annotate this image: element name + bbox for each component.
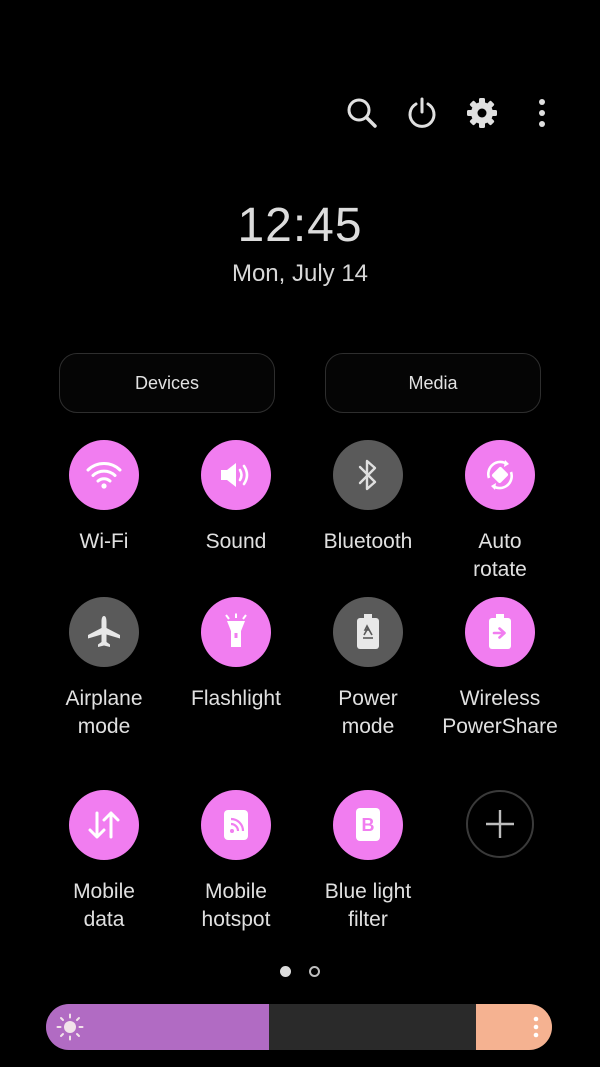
airplane-icon[interactable] bbox=[69, 597, 139, 667]
tile-mobile-data[interactable]: Mobile data bbox=[38, 790, 170, 934]
brightness-slider[interactable] bbox=[46, 1004, 552, 1050]
page-dot[interactable] bbox=[309, 966, 320, 977]
tile-label: Bluetooth bbox=[323, 530, 413, 553]
tile-label: Wireless PowerShare bbox=[442, 687, 558, 738]
power-icon[interactable] bbox=[392, 88, 452, 138]
tile-label: Auto rotate bbox=[473, 530, 527, 581]
tile-wireless-powershare[interactable]: Wireless PowerShare bbox=[434, 597, 566, 741]
tile-label: Sound bbox=[205, 530, 267, 553]
tile-sound[interactable]: Sound bbox=[170, 440, 302, 556]
tile-flashlight[interactable]: Flashlight bbox=[170, 597, 302, 713]
wireless-powershare-icon[interactable] bbox=[465, 597, 535, 667]
brightness-end bbox=[476, 1004, 552, 1050]
tile-auto-rotate[interactable]: Auto rotate bbox=[434, 440, 566, 584]
blue-light-filter-icon[interactable]: B bbox=[333, 790, 403, 860]
tile-label: Mobile data bbox=[73, 880, 135, 931]
tile-label: Blue light filter bbox=[324, 880, 412, 931]
tile-label: Power mode bbox=[338, 687, 398, 738]
tile-label: Flashlight bbox=[191, 687, 281, 710]
sun-icon bbox=[56, 1013, 84, 1046]
sound-icon[interactable] bbox=[201, 440, 271, 510]
page-dot-current[interactable] bbox=[280, 966, 291, 977]
mobile-data-icon[interactable] bbox=[69, 790, 139, 860]
auto-rotate-icon[interactable] bbox=[465, 440, 535, 510]
more-options-icon[interactable] bbox=[512, 88, 572, 138]
brightness-more-icon[interactable] bbox=[532, 1015, 540, 1044]
devices-button[interactable]: Devices bbox=[59, 353, 275, 413]
tile-mobile-hotspot[interactable]: Mobile hotspot bbox=[170, 790, 302, 934]
flashlight-icon[interactable] bbox=[201, 597, 271, 667]
tile-add[interactable] bbox=[434, 790, 566, 858]
tile-blue-light-filter[interactable]: B Blue light filter bbox=[302, 790, 434, 934]
clock-time[interactable]: 12:45 bbox=[0, 198, 600, 253]
tile-wifi[interactable]: Wi-Fi bbox=[38, 440, 170, 556]
power-mode-icon[interactable] bbox=[333, 597, 403, 667]
page-indicator bbox=[0, 966, 600, 977]
mobile-hotspot-icon[interactable] bbox=[201, 790, 271, 860]
search-icon[interactable] bbox=[332, 88, 392, 138]
tile-bluetooth[interactable]: Bluetooth bbox=[302, 440, 434, 556]
add-icon[interactable] bbox=[466, 790, 534, 858]
clock-date[interactable]: Mon, July 14 bbox=[0, 260, 600, 288]
wifi-icon[interactable] bbox=[69, 440, 139, 510]
svg-text:B: B bbox=[362, 815, 375, 835]
tile-airplane-mode[interactable]: Airplane mode bbox=[38, 597, 170, 741]
tile-label: Mobile hotspot bbox=[201, 880, 271, 931]
tile-power-mode[interactable]: Power mode bbox=[302, 597, 434, 741]
tile-label: Airplane mode bbox=[65, 687, 143, 738]
settings-icon[interactable] bbox=[452, 88, 512, 138]
bluetooth-icon[interactable] bbox=[333, 440, 403, 510]
top-actions bbox=[332, 88, 572, 138]
tile-label: Wi-Fi bbox=[79, 530, 129, 553]
media-button[interactable]: Media bbox=[325, 353, 541, 413]
